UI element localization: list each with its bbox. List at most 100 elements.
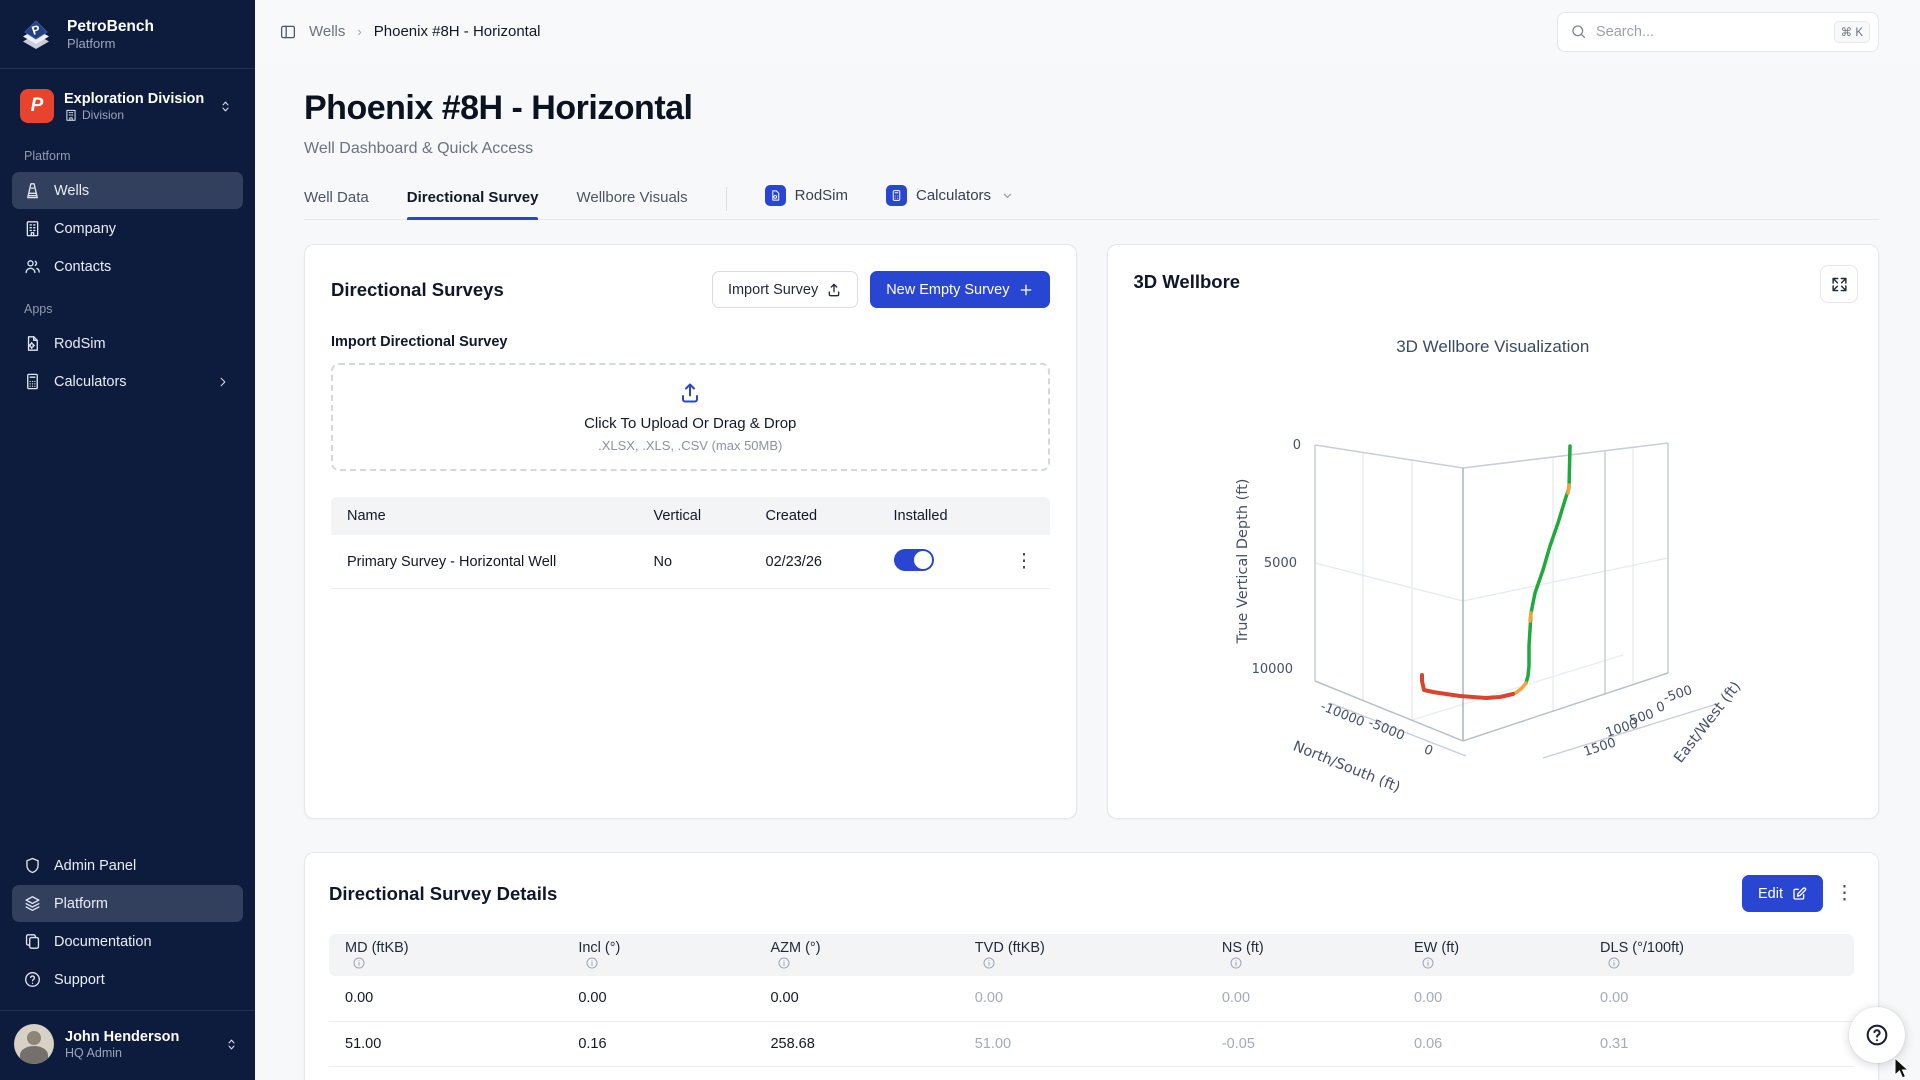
wellbore-3d-card: 3D Wellbore 3D Wellbore Visualization	[1107, 244, 1880, 819]
sidebar-item-company[interactable]: Company	[12, 210, 243, 247]
user-menu[interactable]: John Henderson HQ Admin	[0, 1011, 255, 1080]
sidebar-item-admin-panel[interactable]: Admin Panel	[12, 847, 243, 884]
survey-name: Primary Survey - Horizontal Well	[347, 554, 654, 570]
info-icon	[777, 956, 791, 970]
tab-calculators[interactable]: Calculators	[886, 185, 1015, 219]
chevron-down-icon	[1000, 188, 1015, 203]
details-cell: 0.31	[1584, 1021, 1854, 1066]
petrobench-logo-icon: P	[16, 14, 56, 54]
sidebar-item-label: Calculators	[54, 374, 127, 390]
z-tick: 0	[1292, 438, 1300, 453]
edit-button[interactable]: Edit	[1742, 875, 1823, 912]
button-label: New Empty Survey	[886, 282, 1009, 298]
survey-details-card: Directional Survey Details Edit ⋮ MD (ft…	[304, 852, 1879, 1080]
sidebar-item-support[interactable]: Support	[12, 961, 243, 998]
tab-wellbore-visuals[interactable]: Wellbore Visuals	[576, 189, 687, 219]
org-switcher[interactable]: P Exploration Division Division	[12, 83, 243, 129]
global-search[interactable]: ⌘ K	[1557, 12, 1879, 52]
trajectory-survey-marker-2	[1530, 613, 1531, 621]
panel-left-icon[interactable]	[279, 23, 297, 41]
button-label: Edit	[1758, 886, 1783, 902]
upload-icon	[678, 381, 702, 405]
sidebar-item-label: Wells	[54, 183, 89, 199]
tab-directional-survey[interactable]: Directional Survey	[407, 189, 539, 219]
details-cell: 0.00	[1206, 976, 1398, 1021]
user-name: John Henderson	[65, 1028, 179, 1047]
sidebar-nav: Platform Wells Company Contacts Apps Rod…	[0, 133, 255, 846]
nav-section-label: Apps	[0, 286, 255, 324]
breadcrumb: Wells › Phoenix #8H - Horizontal	[279, 23, 541, 41]
row-menu-button[interactable]: ⋮	[1015, 551, 1034, 572]
info-icon	[585, 956, 599, 970]
tab-label: Calculators	[916, 187, 991, 204]
tab-well-data[interactable]: Well Data	[304, 189, 369, 219]
details-cell: 0.00	[754, 976, 958, 1021]
sidebar-item-label: Company	[54, 221, 116, 237]
info-icon	[982, 956, 996, 970]
derrick-icon	[23, 181, 42, 200]
installed-toggle[interactable]	[894, 549, 934, 571]
details-col-header: EW (ft)	[1398, 934, 1584, 976]
sidebar-item-calculators[interactable]: Calculators	[12, 363, 243, 400]
fullscreen-button[interactable]	[1820, 265, 1858, 303]
upload-icon	[826, 282, 842, 298]
search-input[interactable]	[1596, 24, 1825, 40]
import-survey-button[interactable]: Import Survey	[712, 271, 858, 308]
upload-dropzone[interactable]: Click To Upload Or Drag & Drop .XLSX, .X…	[331, 363, 1050, 471]
sidebar-footer: Admin Panel Platform Documentation Suppo…	[0, 846, 255, 1080]
sidebar-item-label: Support	[54, 972, 105, 988]
wellbore-plot[interactable]: 0 5000 10000 True Vertical Depth (ft) -1…	[1163, 423, 1783, 815]
card-title: Directional Survey Details	[329, 883, 557, 905]
details-col-header: TVD (ftKB)	[959, 934, 1206, 976]
button-label: Import Survey	[728, 282, 818, 298]
building-small-icon	[64, 108, 78, 122]
org-icon: P	[20, 89, 54, 123]
details-cell: 51.00	[329, 1021, 562, 1066]
breadcrumb-section[interactable]: Wells	[309, 23, 345, 40]
breadcrumb-current: Phoenix #8H - Horizontal	[374, 23, 541, 40]
brand-subtitle: Platform	[67, 36, 154, 51]
col-header-created: Created	[766, 508, 894, 524]
org-name: Exploration Division	[64, 90, 204, 109]
new-empty-survey-button[interactable]: New Empty Survey	[870, 271, 1049, 308]
sidebar-item-label: RodSim	[54, 336, 106, 352]
sidebar-item-contacts[interactable]: Contacts	[12, 248, 243, 285]
sidebar-item-documentation[interactable]: Documentation	[12, 923, 243, 960]
details-cell: 0.00	[959, 976, 1206, 1021]
details-cell: 0.00	[329, 976, 562, 1021]
info-icon	[352, 956, 366, 970]
sidebar-item-wells[interactable]: Wells	[12, 172, 243, 209]
details-col-header: MD (ftKB)	[329, 934, 562, 976]
z-tick: 5000	[1263, 556, 1296, 571]
dropzone-title: Click To Upload Or Drag & Drop	[584, 415, 796, 432]
brand-name: PetroBench	[67, 17, 154, 36]
sidebar-item-platform[interactable]: Platform	[12, 885, 243, 922]
details-cell: 258.68	[754, 1021, 958, 1066]
sidebar: P PetroBench Platform P Exploration Divi…	[0, 0, 255, 1080]
details-cell: 0.00	[1584, 976, 1854, 1021]
sidebar-item-rodsim[interactable]: RodSim	[12, 325, 243, 362]
info-icon	[1229, 956, 1243, 970]
sidebar-item-label: Admin Panel	[54, 858, 136, 874]
details-cell: 0.16	[562, 1021, 754, 1066]
ew-tick: -500	[1661, 683, 1694, 706]
sidebar-item-label: Contacts	[54, 259, 111, 275]
card-title: 3D Wellbore	[1134, 271, 1241, 293]
details-cell: 0.00	[1398, 976, 1584, 1021]
sidebar-item-label: Documentation	[54, 934, 152, 950]
card-menu-button[interactable]: ⋮	[1835, 884, 1854, 903]
tab-label: RodSim	[795, 187, 848, 204]
details-cell: 280.95	[754, 1066, 958, 1080]
tab-rodsim[interactable]: RodSim	[765, 185, 848, 219]
sidebar-item-label: Platform	[54, 896, 108, 912]
breadcrumb-separator-icon: ›	[357, 24, 361, 39]
brand: P PetroBench Platform	[0, 0, 255, 69]
col-header-installed: Installed	[894, 508, 1006, 524]
tabs: Well Data Directional Survey Wellbore Vi…	[304, 184, 1879, 220]
shield-icon	[23, 856, 42, 875]
ns-tick: -10000	[1318, 699, 1366, 730]
details-cell: -0.05	[1206, 1021, 1398, 1066]
help-fab-button[interactable]	[1849, 1007, 1905, 1063]
z-tick: 10000	[1251, 662, 1292, 677]
chevron-up-down-icon	[216, 99, 235, 114]
